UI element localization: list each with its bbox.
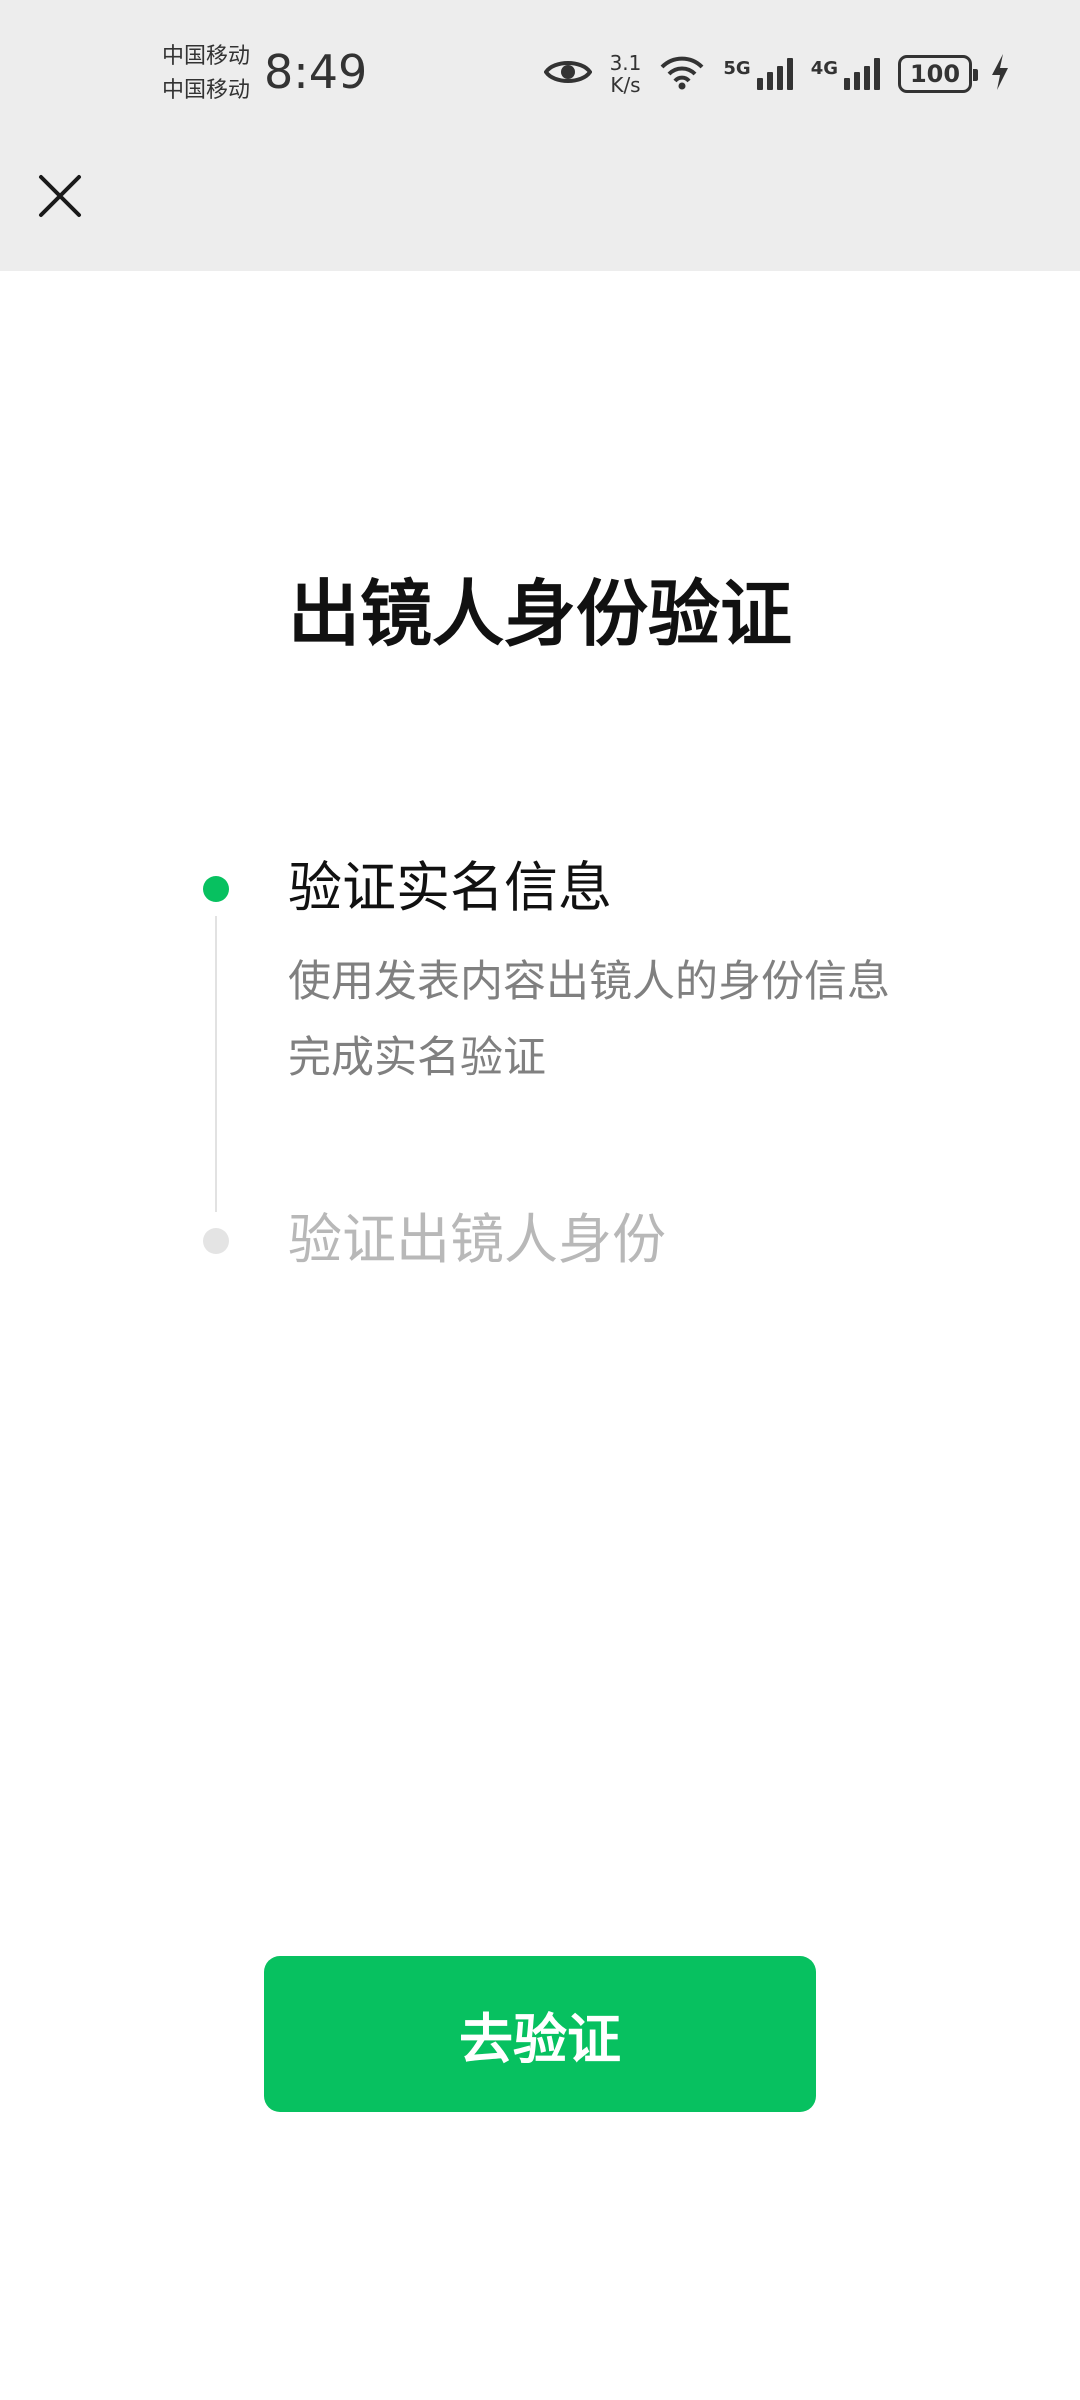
step-connector-line <box>215 916 217 1212</box>
verify-button[interactable]: 去验证 <box>264 1956 816 2112</box>
step-2-title: 验证出镜人身份 <box>288 1208 666 1271</box>
net-speed: 3.1 K/s <box>610 52 642 96</box>
carrier-info: 中国移动 中国移动 <box>162 40 250 108</box>
close-icon <box>39 175 81 217</box>
battery-icon: 100 <box>898 55 978 93</box>
wifi-icon <box>659 54 705 94</box>
status-icons: 3.1 K/s 5G 4G 100 <box>543 44 1010 104</box>
signal-icon-4g: 4G <box>811 58 880 90</box>
battery-level: 100 <box>909 60 961 88</box>
page-title: 出镜人身份验证 <box>287 572 792 656</box>
signal-5g-label: 5G <box>723 58 751 79</box>
step-2-dot <box>203 1228 229 1254</box>
step-1-description: 使用发表内容出镜人的身份信息完成实名验证 <box>288 957 890 1083</box>
signal-icon-5g: 5G <box>723 58 793 90</box>
step-1-title: 验证实名信息 <box>288 856 612 919</box>
net-speed-value: 3.1 <box>609 51 642 75</box>
steps: 验证实名信息 使用发表内容出镜人的身份信息完成实名验证 验证出镜人身份 <box>200 840 960 1280</box>
eye-icon <box>543 56 592 92</box>
carrier-2: 中国移动 <box>162 78 251 103</box>
net-speed-unit: K/s <box>610 73 641 97</box>
status-time: 8:49 <box>264 45 368 99</box>
signal-4g-label: 4G <box>810 58 838 79</box>
screen: 中国移动 中国移动 8:49 3.1 K/s 5G 4G 100 出镜人身份验证… <box>0 0 1080 2400</box>
close-button[interactable] <box>28 164 92 228</box>
step-1-dot <box>203 876 229 902</box>
header: 中国移动 中国移动 8:49 3.1 K/s 5G 4G 100 <box>0 0 1080 271</box>
charging-icon <box>990 53 1010 95</box>
carrier-1: 中国移动 <box>162 44 251 69</box>
